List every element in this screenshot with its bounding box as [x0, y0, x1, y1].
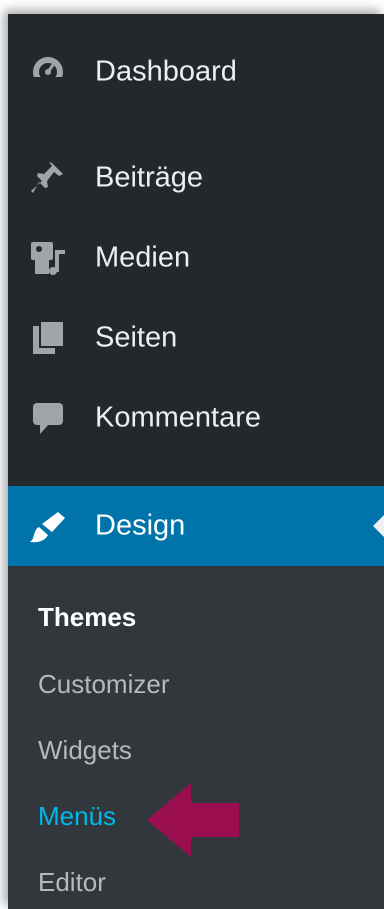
- comments-icon: [28, 398, 68, 438]
- menu-item-beitraege[interactable]: Beiträge: [8, 138, 384, 218]
- dashboard-icon: [28, 52, 68, 92]
- submenu-item-themes[interactable]: Themes: [38, 602, 136, 633]
- menu-item-label: Medien: [95, 241, 191, 274]
- menu-item-label: Kommentare: [95, 401, 262, 434]
- pin-icon: [28, 158, 68, 198]
- menu-item-kommentare[interactable]: Kommentare: [8, 378, 384, 458]
- menu-item-label: Design: [95, 509, 186, 542]
- admin-sidebar: Dashboard Beiträge Medien Seiten Komment…: [8, 14, 384, 909]
- menu-item-label: Dashboard: [95, 55, 237, 88]
- submenu-item-menues[interactable]: Menüs: [38, 801, 116, 832]
- pages-icon: [28, 318, 68, 358]
- menu-item-design[interactable]: Design: [8, 486, 384, 566]
- menu-item-label: Seiten: [95, 321, 178, 354]
- submenu-item-widgets[interactable]: Widgets: [38, 735, 132, 766]
- menu-item-label: Beiträge: [95, 161, 204, 194]
- menu-item-seiten[interactable]: Seiten: [8, 298, 384, 378]
- paintbrush-icon: [28, 506, 68, 546]
- left-arrow-icon: [147, 783, 239, 857]
- submenu-item-customizer[interactable]: Customizer: [38, 669, 169, 700]
- menu-item-medien[interactable]: Medien: [8, 218, 384, 298]
- menu-item-dashboard[interactable]: Dashboard: [8, 32, 384, 112]
- submenu-item-editor[interactable]: Editor: [38, 867, 106, 898]
- active-indicator: [373, 513, 384, 539]
- media-icon: [28, 238, 68, 278]
